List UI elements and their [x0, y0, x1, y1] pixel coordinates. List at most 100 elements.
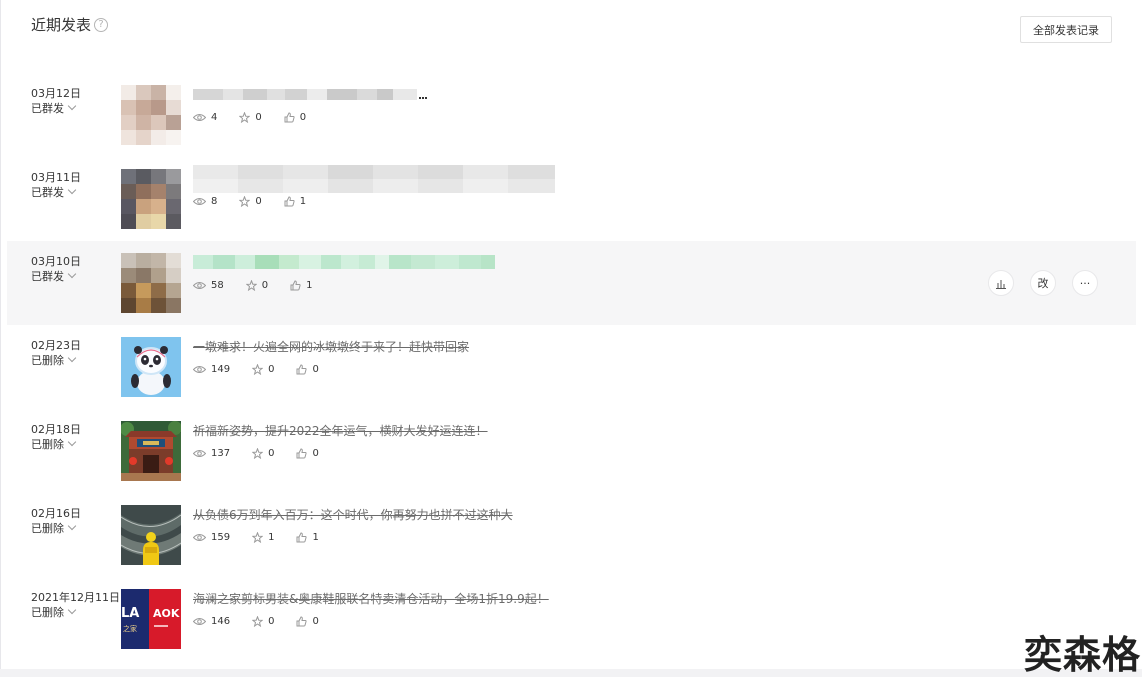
chevron-down-icon[interactable]	[67, 185, 77, 195]
views-count: 146	[211, 615, 231, 627]
share-icon	[252, 531, 264, 543]
mosaic-thumbnail-image	[121, 85, 181, 145]
post-title-redacted[interactable]	[193, 254, 495, 273]
share-icon	[252, 447, 264, 459]
ad-right-text: AOK	[153, 607, 180, 620]
thumbs-up-icon	[296, 363, 308, 374]
likes-stat: 0	[296, 616, 319, 627]
shares-count: 0	[268, 363, 275, 375]
post-date: 03月12日	[31, 87, 81, 100]
views-stat: 146	[193, 616, 230, 627]
chevron-down-icon[interactable]	[67, 353, 77, 363]
post-row[interactable]: 02月23日 已删除 一墩难求！火遍全网的冰墩墩终于来了！赶快带回家 149 0…	[7, 325, 1136, 409]
recent-posts-panel: 近期发表 ? 全部发表记录 03月12日 已群发 4 0 0 03月11日 已群…	[0, 0, 1142, 677]
temple-gate-image	[121, 421, 181, 481]
views-count: 4	[211, 111, 218, 123]
post-status[interactable]: 已删除	[31, 352, 77, 368]
share-icon	[239, 195, 251, 207]
golden-figure-road-image	[121, 505, 181, 565]
post-thumbnail[interactable]	[121, 505, 181, 565]
post-title[interactable]: 从负债6万到年入百万：这个时代，你再努力也拼不过这种大	[193, 506, 513, 523]
views-stat: 159	[193, 532, 230, 543]
edit-button[interactable]: 改	[1030, 270, 1056, 296]
views-count: 8	[211, 195, 218, 207]
mosaic-thumbnail-image	[121, 253, 181, 313]
post-status-label: 已群发	[31, 270, 64, 283]
post-thumbnail[interactable]	[121, 253, 181, 313]
eye-icon	[193, 197, 206, 205]
post-status-label: 已删除	[31, 354, 64, 367]
post-thumbnail[interactable]: LA 之家 AOK	[121, 589, 181, 649]
all-records-button[interactable]: 全部发表记录	[1020, 16, 1112, 43]
post-status[interactable]: 已删除	[31, 604, 77, 620]
post-status-label: 已删除	[31, 522, 64, 535]
post-row[interactable]: 02月18日 已删除 祈福新姿势，提升2022全年运气，横财大发好运连连！ 13…	[7, 409, 1136, 493]
more-button[interactable]: ···	[1072, 270, 1098, 296]
views-stat: 4	[193, 112, 217, 123]
shares-stat: 0	[252, 615, 274, 627]
shares-stat: 0	[252, 363, 275, 375]
likes-stat: 1	[290, 280, 312, 291]
likes-count: 0	[299, 111, 307, 123]
panel-bottom-strip	[0, 669, 1142, 677]
shares-stat: 0	[239, 111, 262, 123]
likes-stat: 0	[296, 447, 319, 459]
redacted-title-mosaic	[193, 255, 495, 269]
ad-left-text: LA	[121, 606, 139, 621]
views-stat: 137	[193, 448, 230, 459]
post-thumbnail[interactable]	[121, 85, 181, 145]
chevron-down-icon[interactable]	[67, 437, 77, 447]
help-icon[interactable]: ?	[94, 17, 109, 32]
post-title[interactable]: 一墩难求！火遍全网的冰墩墩终于来了！赶快带回家	[193, 338, 469, 355]
post-title-redacted[interactable]	[193, 86, 433, 105]
chevron-down-icon[interactable]	[67, 521, 77, 531]
shares-stat: 0	[239, 195, 262, 207]
post-status[interactable]: 已群发	[31, 184, 77, 200]
more-icon: ···	[1079, 276, 1091, 290]
thumbs-up-icon	[296, 531, 308, 542]
chevron-down-icon[interactable]	[67, 605, 77, 615]
post-row[interactable]: 2021年12月11日 已删除 LA 之家 AOK 海澜之家剪标男装&奥康鞋服联…	[7, 577, 1136, 661]
eye-icon	[193, 281, 206, 289]
post-status[interactable]: 已删除	[31, 520, 77, 536]
views-stat: 149	[193, 364, 230, 375]
views-count: 149	[211, 363, 231, 375]
bar-chart-icon	[996, 279, 1006, 289]
post-row[interactable]: 03月12日 已群发 4 0 0	[7, 73, 1136, 157]
thumbs-up-icon	[290, 279, 301, 290]
post-status[interactable]: 已删除	[31, 436, 77, 452]
chevron-down-icon[interactable]	[67, 269, 77, 279]
post-thumbnail[interactable]	[121, 169, 181, 229]
shares-stat: 1	[252, 531, 275, 543]
likes-stat: 1	[284, 196, 306, 207]
likes-stat: 0	[296, 363, 319, 375]
thumbs-up-icon	[296, 447, 308, 458]
post-title[interactable]: 祈福新姿势，提升2022全年运气，横财大发好运连连！	[193, 422, 488, 439]
views-count: 58	[211, 279, 224, 291]
post-status[interactable]: 已群发	[31, 268, 77, 284]
stats-button[interactable]	[988, 270, 1014, 296]
post-row[interactable]: 03月10日 已群发 58 0 1 改 ···	[7, 241, 1136, 325]
views-count: 137	[211, 447, 231, 459]
post-row[interactable]: 02月16日 已删除 从负债6万到年入百万：这个时代，你再努力也拼不过这种大 1…	[7, 493, 1136, 577]
post-stats: 4 0 0	[193, 109, 306, 125]
mosaic-thumbnail-image	[121, 169, 181, 229]
post-status[interactable]: 已群发	[31, 100, 77, 116]
thumbs-up-icon	[284, 195, 295, 206]
post-title[interactable]: 海澜之家剪标男装&奥康鞋服联名特卖清仓活动，全场1折19.9起！	[193, 590, 549, 607]
post-date: 02月16日	[31, 507, 81, 520]
shares-count: 1	[268, 531, 275, 543]
post-thumbnail[interactable]	[121, 337, 181, 397]
post-stats: 58 0 1	[193, 277, 312, 293]
section-title: 近期发表 ?	[31, 14, 109, 35]
likes-count: 0	[312, 363, 319, 375]
share-icon	[252, 363, 264, 375]
chevron-down-icon[interactable]	[67, 101, 77, 111]
post-row[interactable]: 03月11日 已群发 8 0 1	[7, 157, 1136, 241]
eye-icon	[193, 617, 206, 625]
post-thumbnail[interactable]	[121, 421, 181, 481]
post-title-redacted[interactable]	[193, 165, 555, 196]
views-stat: 58	[193, 280, 224, 291]
share-icon	[239, 111, 251, 123]
redacted-title-mosaic	[193, 89, 427, 100]
